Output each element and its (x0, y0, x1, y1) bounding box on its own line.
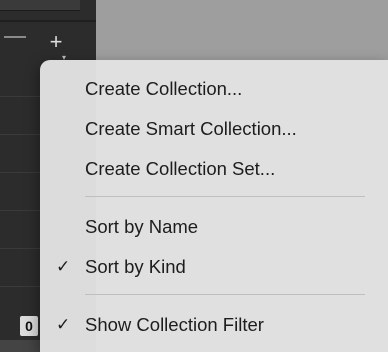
menu-item-create-collection-set[interactable]: Create Collection Set... (40, 154, 388, 184)
menu-item-sort-by-name[interactable]: Sort by Name (40, 212, 388, 242)
checkmark-icon: ✓ (56, 315, 71, 334)
menu-item-label: Create Smart Collection... (85, 118, 297, 139)
menu-item-label: Sort by Name (85, 216, 199, 237)
collections-context-menu: Create Collection... Create Smart Collec… (40, 60, 388, 352)
menu-separator (85, 294, 365, 295)
checkmark-icon: ✓ (56, 257, 71, 276)
panel-divider (0, 20, 96, 22)
menu-item-sort-by-kind[interactable]: ✓ Sort by Kind (40, 252, 388, 282)
plus-icon[interactable]: + ▾ (46, 31, 66, 63)
menu-item-label: Create Collection Set... (85, 158, 276, 179)
menu-item-label: Show Collection Filter (85, 314, 264, 335)
menu-item-label: Sort by Kind (85, 256, 186, 277)
menu-item-create-smart-collection[interactable]: Create Smart Collection... (40, 114, 388, 144)
menu-item-create-collection[interactable]: Create Collection... (40, 74, 388, 104)
minus-icon[interactable] (4, 36, 26, 38)
menu-separator (85, 196, 365, 197)
menu-item-show-collection-filter[interactable]: ✓ Show Collection Filter (40, 310, 388, 340)
menu-item-label: Create Collection... (85, 78, 243, 99)
collection-count-badge: 0 (20, 316, 38, 336)
panel-header-strip (0, 0, 80, 11)
